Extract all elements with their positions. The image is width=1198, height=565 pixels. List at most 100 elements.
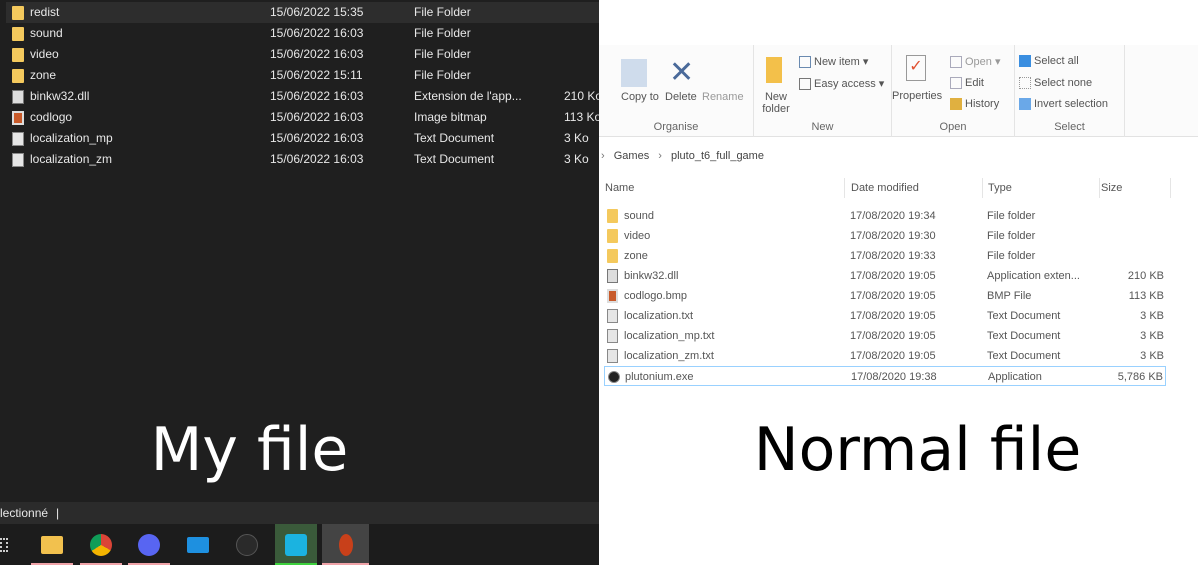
- file-date: 15/06/2022 16:03: [270, 89, 364, 103]
- delete-button[interactable]: Delete: [665, 91, 697, 103]
- group-label: Open: [939, 121, 967, 133]
- file-name: plutonium.exe: [625, 371, 694, 383]
- file-name: codlogo: [30, 110, 73, 124]
- file-row[interactable]: codlogo 15/06/2022 16:03 Image bitmap 11…: [6, 107, 599, 128]
- file-type: File folder: [987, 250, 1036, 262]
- copy-to-button[interactable]: Copy to: [621, 91, 659, 103]
- snipping-tool-icon[interactable]: [322, 524, 369, 565]
- folder-icon: [12, 48, 24, 62]
- group-label: New: [811, 121, 834, 133]
- file-name: sound: [30, 26, 63, 40]
- dll-icon: [607, 269, 618, 283]
- file-date: 15/06/2022 16:03: [270, 47, 364, 61]
- file-name: codlogo.bmp: [624, 290, 687, 302]
- file-date: 17/08/2020 19:05: [850, 350, 936, 362]
- folder-icon: [12, 6, 24, 20]
- text-document-icon: [607, 349, 618, 363]
- breadcrumb-item[interactable]: Games: [614, 150, 649, 162]
- atom-icon[interactable]: [226, 524, 268, 565]
- file-size: 3 KB: [1140, 350, 1164, 362]
- file-row[interactable]: localization.txt 17/08/2020 19:05 Text D…: [604, 306, 1166, 326]
- file-row[interactable]: plutonium.exe 17/08/2020 19:38 Applicati…: [604, 366, 1166, 386]
- file-size: 113 KB: [1128, 290, 1164, 302]
- file-type: File Folder: [414, 5, 471, 19]
- ribbon: Copy to ✕ Delete Rename Organise New fol…: [599, 45, 1198, 137]
- file-name: video: [30, 47, 59, 61]
- delete-icon: ✕: [669, 56, 695, 89]
- file-date: 15/06/2022 15:11: [270, 68, 363, 82]
- file-name: localization_zm: [30, 152, 113, 166]
- file-row[interactable]: localization_mp.txt 17/08/2020 19:05 Tex…: [604, 326, 1166, 346]
- text-document-icon: [607, 309, 618, 323]
- edit-button[interactable]: Edit: [950, 77, 984, 90]
- open-button[interactable]: Open ▾: [950, 55, 1001, 69]
- remote-app-icon[interactable]: [275, 524, 317, 565]
- ribbon-group-select: Select all Select none Invert selection …: [1015, 45, 1125, 137]
- dll-icon: [12, 90, 24, 104]
- select-all-button[interactable]: Select all: [1019, 55, 1079, 68]
- invert-selection-button[interactable]: Invert selection: [1019, 98, 1108, 111]
- file-name: localization_mp: [30, 131, 113, 145]
- file-name: binkw32.dll: [624, 270, 679, 282]
- file-type: Application exten...: [987, 270, 1080, 282]
- file-name: zone: [624, 250, 648, 262]
- select-none-button[interactable]: Select none: [1019, 77, 1092, 90]
- history-button[interactable]: History: [950, 98, 999, 111]
- file-row[interactable]: binkw32.dll 17/08/2020 19:05 Application…: [604, 266, 1166, 286]
- file-row[interactable]: zone 17/08/2020 19:33 File folder: [604, 246, 1166, 266]
- file-date: 17/08/2020 19:05: [850, 310, 936, 322]
- chrome-icon[interactable]: [80, 524, 122, 565]
- file-row[interactable]: sound 17/08/2020 19:34 File folder: [604, 206, 1166, 226]
- light-explorer-panel: Copy to ✕ Delete Rename Organise New fol…: [599, 0, 1198, 565]
- column-name[interactable]: Name: [605, 178, 845, 198]
- file-date: 15/06/2022 16:03: [270, 26, 364, 40]
- file-date: 17/08/2020 19:33: [850, 250, 936, 262]
- bitmap-icon: [12, 111, 24, 125]
- file-row[interactable]: redist 15/06/2022 15:35 File Folder: [6, 2, 599, 23]
- column-date[interactable]: Date modified: [851, 178, 983, 198]
- file-date: 17/08/2020 19:05: [850, 270, 936, 282]
- file-row[interactable]: video 17/08/2020 19:30 File folder: [604, 226, 1166, 246]
- file-row[interactable]: codlogo.bmp 17/08/2020 19:05 BMP File 11…: [604, 286, 1166, 306]
- file-row[interactable]: sound 15/06/2022 16:03 File Folder: [6, 23, 599, 44]
- properties-button[interactable]: Properties: [892, 90, 942, 102]
- group-label: Select: [1054, 121, 1085, 133]
- file-type: Text Document: [414, 152, 495, 166]
- breadcrumb: › Games › pluto_t6_full_game: [601, 150, 764, 162]
- taskbar: [0, 524, 599, 565]
- file-row[interactable]: localization_zm 15/06/2022 16:03 Text Do…: [6, 149, 599, 170]
- breadcrumb-item[interactable]: pluto_t6_full_game: [671, 150, 764, 162]
- easy-access-button[interactable]: Easy access ▾: [799, 77, 884, 91]
- file-date: 15/06/2022 16:03: [270, 131, 364, 145]
- new-item-button[interactable]: New item ▾: [799, 55, 868, 69]
- my-file-caption: My file: [150, 415, 349, 485]
- discord-icon[interactable]: [128, 524, 170, 565]
- file-type: Text Document: [987, 310, 1061, 322]
- file-row[interactable]: video 15/06/2022 16:03 File Folder: [6, 44, 599, 65]
- text-document-icon: [12, 132, 24, 146]
- rename-button[interactable]: Rename: [702, 91, 744, 103]
- file-explorer-icon[interactable]: [31, 524, 73, 565]
- file-date: 15/06/2022 16:03: [270, 152, 364, 166]
- column-type[interactable]: Type: [988, 178, 1100, 198]
- file-name: localization_zm.txt: [624, 350, 714, 362]
- file-date: 17/08/2020 19:34: [850, 210, 936, 222]
- group-label: Organise: [653, 121, 699, 133]
- file-row[interactable]: binkw32.dll 15/06/2022 16:03 Extension d…: [6, 86, 599, 107]
- file-date: 15/06/2022 15:35: [270, 5, 364, 19]
- ribbon-group-open: ✓ Properties Open ▾ Edit History Open: [892, 45, 1015, 137]
- mail-icon[interactable]: [177, 524, 219, 565]
- file-date: 17/08/2020 19:05: [850, 330, 936, 342]
- normal-file-caption: Normal file: [753, 415, 1082, 485]
- column-size[interactable]: Size: [1101, 178, 1171, 198]
- task-view-icon[interactable]: [0, 538, 8, 552]
- file-row[interactable]: localization_mp 15/06/2022 16:03 Text Do…: [6, 128, 599, 149]
- file-type: Text Document: [987, 350, 1061, 362]
- file-name: binkw32.dll: [30, 89, 90, 103]
- file-row[interactable]: zone 15/06/2022 15:11 File Folder: [6, 65, 599, 86]
- new-folder-button[interactable]: New folder: [761, 91, 791, 115]
- file-name: localization.txt: [624, 310, 694, 322]
- file-date: 17/08/2020 19:38: [851, 371, 937, 383]
- file-type: File folder: [987, 230, 1036, 242]
- file-row[interactable]: localization_zm.txt 17/08/2020 19:05 Tex…: [604, 346, 1166, 366]
